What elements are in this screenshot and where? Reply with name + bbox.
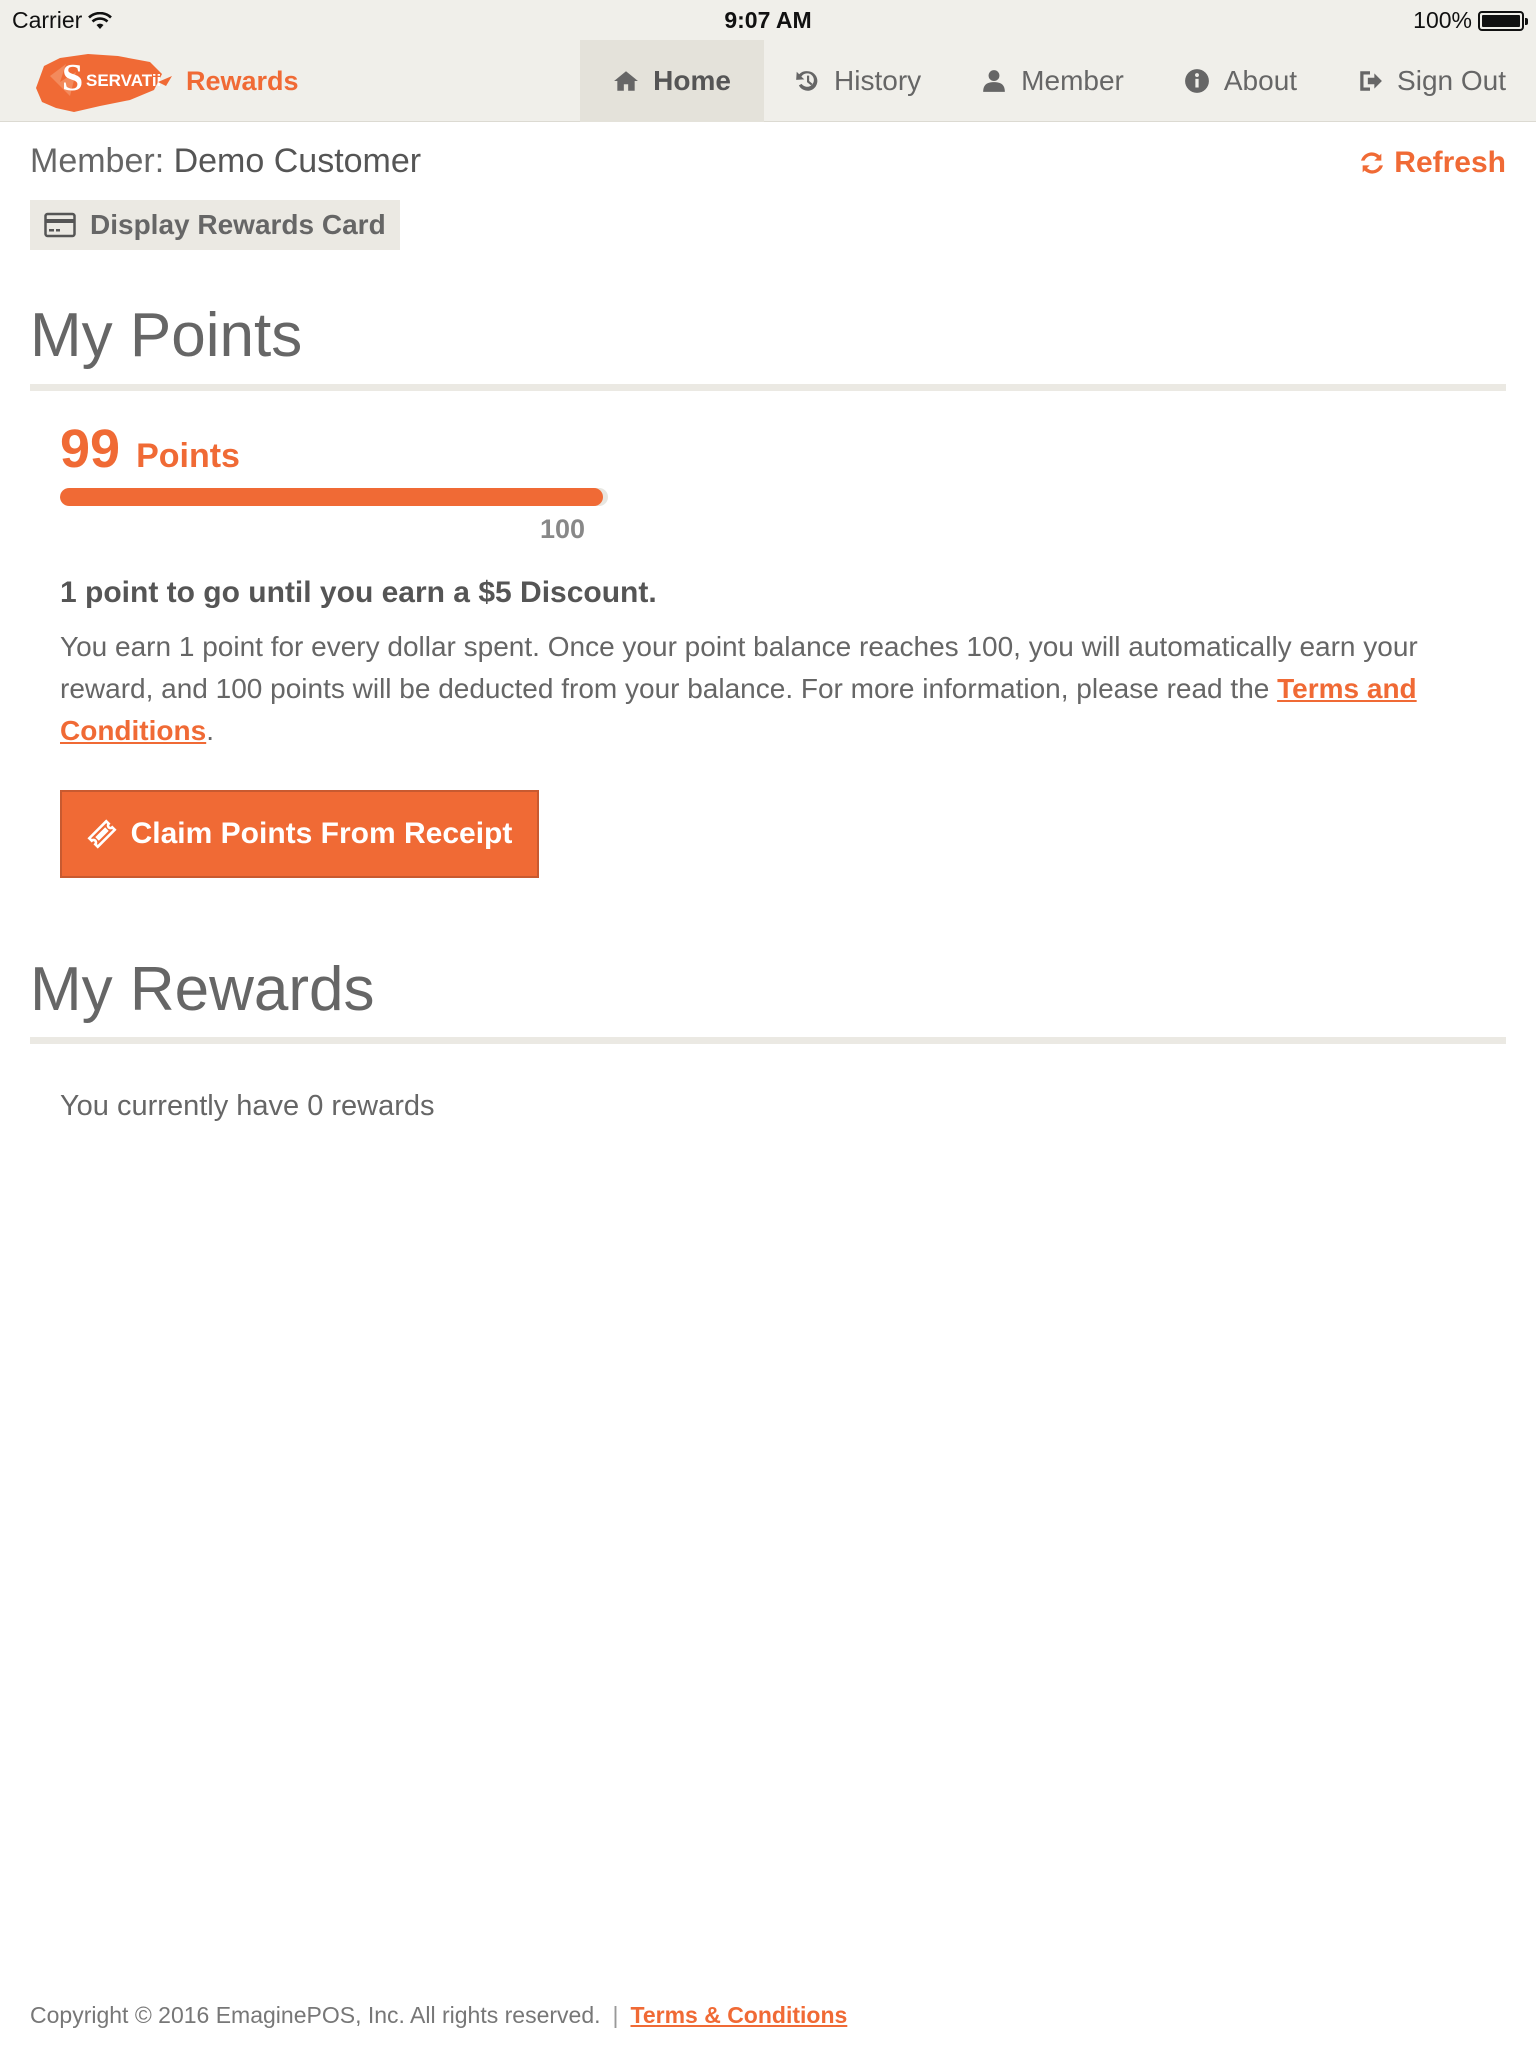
main-nav: Home History Member About Sign Out xyxy=(580,40,1536,122)
servatii-logo: S SERVATii xyxy=(36,54,172,112)
top-navbar: S SERVATii Rewards Home History Member A… xyxy=(0,40,1536,122)
brand-title: Rewards xyxy=(186,65,299,96)
battery-percent: 100% xyxy=(1413,7,1472,33)
history-icon xyxy=(796,71,818,91)
claim-points-label: Claim Points From Receipt xyxy=(130,817,513,850)
battery-indicator: 100% xyxy=(1413,7,1528,34)
points-label: Points xyxy=(136,437,240,475)
nav-history-label: History xyxy=(834,65,922,96)
nav-member-label: Member xyxy=(1021,65,1124,96)
nav-member[interactable]: Member xyxy=(951,40,1154,122)
my-points-heading: My Points xyxy=(30,301,303,370)
display-rewards-card-button[interactable]: Display Rewards Card xyxy=(30,200,400,250)
refresh-button[interactable]: Refresh xyxy=(1358,146,1506,180)
footer-terms-link[interactable]: Terms & Conditions xyxy=(630,2002,847,2029)
user-icon xyxy=(983,70,1006,92)
section-divider xyxy=(30,384,1506,391)
nav-sign-out-label: Sign Out xyxy=(1397,65,1506,96)
points-progress-bar xyxy=(60,488,608,506)
nav-history[interactable]: History xyxy=(764,40,951,122)
points-progress-fill xyxy=(60,488,603,506)
nav-about-label: About xyxy=(1223,65,1298,96)
nav-sign-out[interactable]: Sign Out xyxy=(1327,40,1536,122)
points-info-text: You earn 1 point for every dollar spent.… xyxy=(60,631,1418,704)
refresh-icon xyxy=(1361,152,1384,174)
ticket-icon xyxy=(87,819,117,849)
credit-card-icon xyxy=(44,212,76,238)
points-info: You earn 1 point for every dollar spent.… xyxy=(60,626,1500,752)
section-divider xyxy=(30,1037,1506,1044)
info-icon xyxy=(1184,69,1209,93)
member-name: Demo Customer xyxy=(173,142,422,180)
status-time: 9:07 AM xyxy=(724,7,812,33)
logo-text: SERVATii xyxy=(86,71,161,90)
home-icon xyxy=(614,71,639,91)
my-rewards-heading: My Rewards xyxy=(30,955,375,1024)
brand[interactable]: S SERVATii Rewards xyxy=(30,46,299,116)
member-info: Member: Demo Customer xyxy=(30,142,421,181)
nav-about[interactable]: About xyxy=(1154,40,1327,122)
points-info-end: . xyxy=(206,715,214,746)
status-bar: Carrier 9:07 AM 100% xyxy=(0,0,1536,40)
battery-icon xyxy=(1478,10,1528,31)
nav-home-label: Home xyxy=(653,65,731,96)
footer-copyright: Copyright © 2016 EmaginePOS, Inc. All ri… xyxy=(30,2002,601,2028)
footer-separator: | xyxy=(612,2002,619,2028)
refresh-label: Refresh xyxy=(1394,146,1506,179)
display-rewards-card-label: Display Rewards Card xyxy=(90,209,386,240)
logo-s-letter: S xyxy=(62,57,83,99)
footer: Copyright © 2016 EmaginePOS, Inc. All ri… xyxy=(30,2002,847,2029)
points-to-go: 1 point to go until you earn a $5 Discou… xyxy=(60,576,657,609)
sign-out-icon xyxy=(1360,71,1382,91)
nav-home[interactable]: Home xyxy=(580,40,765,122)
points-balance: 99 Points xyxy=(60,418,240,480)
points-value: 99 xyxy=(60,419,121,479)
claim-points-button[interactable]: Claim Points From Receipt xyxy=(60,790,539,878)
member-label: Member: xyxy=(30,142,174,180)
rewards-empty-message: You currently have 0 rewards xyxy=(60,1090,435,1122)
points-goal: 100 xyxy=(540,514,586,544)
